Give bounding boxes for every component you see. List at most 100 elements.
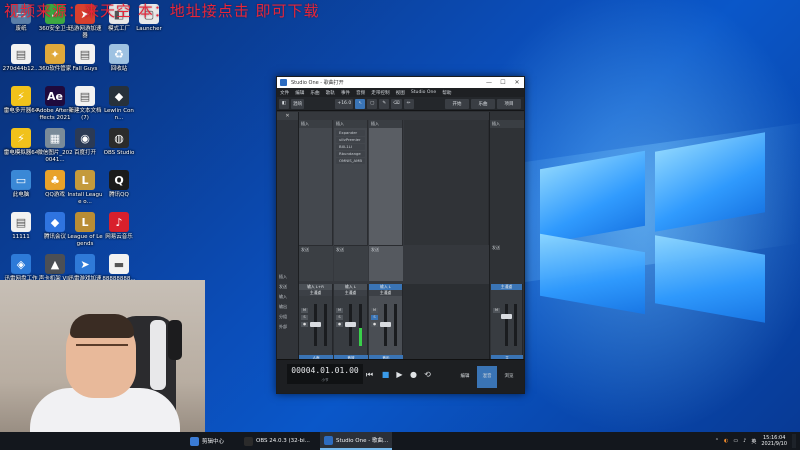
desktop-icon[interactable]: ♪ 网易云音乐 (100, 212, 138, 241)
volume-icon[interactable]: ♪ (743, 438, 746, 444)
plugin-slot[interactable]: Rbundange (336, 151, 365, 157)
desktop-icon[interactable]: ◍ OBS Studio (100, 128, 138, 157)
insert-column[interactable]: 插入 (369, 120, 403, 245)
channel-output[interactable]: 主通道 (334, 290, 367, 296)
main-volume-fader[interactable] (501, 314, 512, 319)
desktop-icon[interactable]: ▤ 新建文本文档(7) (66, 86, 104, 122)
edit-view-button[interactable]: 编辑 (455, 366, 475, 388)
desktop-icon[interactable]: ▭ 此电脑 (2, 170, 40, 199)
taskbar-item[interactable]: 剪辑中心 (186, 432, 228, 450)
menu-studio-one[interactable]: Studio One (411, 90, 436, 95)
time-display[interactable]: 00004.01.01.00 小节 (287, 364, 363, 384)
menu-view[interactable]: 视图 (396, 90, 405, 96)
volume-fader[interactable] (345, 322, 356, 327)
minimize-button[interactable]: — (482, 77, 496, 88)
tab-project[interactable]: 项目 (497, 98, 522, 109)
solo-button[interactable]: S (371, 315, 378, 320)
inspector-toggle-button[interactable]: ◧ (279, 98, 289, 109)
desktop-icon[interactable]: ▤ Fall Guys (66, 44, 104, 73)
desktop-icon[interactable]: L League of Legends (66, 212, 104, 248)
show-desktop-button[interactable] (792, 434, 796, 448)
close-button[interactable]: ✕ (510, 77, 524, 88)
channel-output[interactable]: 主通道 (299, 290, 332, 296)
volume-fader[interactable] (380, 322, 391, 327)
pencil-tool-icon[interactable]: ✎ (379, 98, 390, 109)
main-output-name[interactable]: 主通道 (491, 284, 522, 290)
menu-transport[interactable]: 走带控制 (371, 90, 389, 96)
main-channel-strip[interactable]: 主通道 M 主 (491, 284, 523, 361)
desktop-icon[interactable]: ♻ 回收站 (100, 44, 138, 73)
main-mute-button[interactable]: M (493, 308, 500, 313)
send-slot[interactable]: 发送 (369, 245, 403, 281)
network-icon[interactable]: ▭ (733, 438, 738, 444)
eraser-tool-icon[interactable]: ⌫ (391, 98, 402, 109)
solo-button[interactable]: S (336, 315, 343, 320)
inspector-label-send[interactable]: 发送 (279, 282, 297, 292)
plugin-slot[interactable]: uIlvPremier (336, 137, 365, 143)
menu-song[interactable]: 乐曲 (310, 90, 319, 96)
desktop-icon[interactable]: ▤ 270d44b12... (2, 44, 40, 73)
paint-tool-icon[interactable]: ✏ (403, 98, 414, 109)
main-send-label[interactable]: 发送 (492, 245, 500, 251)
play-icon[interactable]: ▶ (395, 370, 404, 379)
desktop-icon[interactable]: ⚡ 雷电模拟器64 (2, 128, 40, 157)
insert-column[interactable]: 插入 (299, 120, 333, 245)
inspector-close-icon[interactable]: ✕ (277, 112, 298, 120)
range-tool-icon[interactable]: ▢ (367, 98, 378, 109)
tab-song[interactable]: 乐曲 (471, 98, 496, 109)
menu-audio[interactable]: 音频 (356, 90, 365, 96)
desktop-icon[interactable]: ▤ 11111 (2, 212, 40, 241)
mute-button[interactable]: M (371, 308, 378, 313)
browse-view-button[interactable]: 浏览 (499, 366, 519, 388)
inspector-label-input[interactable]: 输入 (279, 292, 297, 302)
record-button[interactable]: ● (371, 322, 378, 327)
record-button[interactable]: ● (301, 322, 308, 327)
inspector-label-output[interactable]: 输出 (279, 302, 297, 312)
inspector-label-insert[interactable]: 插入 (279, 272, 297, 282)
inspector-label-group[interactable]: 分组 (279, 312, 297, 322)
desktop-icon[interactable]: Q 腾讯QQ (100, 170, 138, 199)
mute-button[interactable]: M (336, 308, 343, 313)
menu-edit[interactable]: 编辑 (295, 90, 304, 96)
channel-output[interactable]: 主通道 (369, 290, 402, 296)
taskbar-item[interactable]: Studio One - 歌曲... (320, 432, 393, 450)
send-slot[interactable]: 发送 (334, 245, 368, 281)
volume-fader[interactable] (310, 322, 321, 327)
arrow-tool-icon[interactable]: ↖ (355, 98, 366, 109)
studio-one-window[interactable]: Studio One - 歌曲打开 — ☐ ✕ 文件 编辑 乐曲 歌轨 事件 音… (276, 76, 525, 394)
taskbar-item[interactable]: OBS 24.0.3 (32-bi... (240, 432, 314, 450)
tray-expand-icon[interactable]: ⌃ (715, 438, 719, 444)
channel-strip[interactable]: 输入 L+R 主通道 M S ● 人声 (299, 284, 333, 361)
desktop-icon[interactable]: ⚡ 雷电多开器64 (2, 86, 40, 115)
desktop-icon[interactable]: ◉ 百度打开 (66, 128, 104, 157)
menu-file[interactable]: 文件 (280, 90, 289, 96)
mute-button[interactable]: M (301, 308, 308, 313)
stop-icon[interactable]: ■ (381, 370, 390, 379)
plugin-slot[interactable]: OMNIS_AMB (336, 158, 365, 164)
snap-value[interactable]: +16.0 (335, 98, 354, 109)
channel-strip[interactable]: 输入 L 主通道 M S ● 音效 (334, 284, 368, 361)
rewind-icon[interactable]: ⏮ (365, 370, 374, 379)
channel-strip[interactable]: 输入 L 主通道 M S ● 音乐 (369, 284, 403, 361)
tray-app-icon[interactable]: ◐ (724, 438, 728, 444)
plugin-slot[interactable]: Expander (336, 130, 365, 136)
menu-help[interactable]: 帮助 (442, 90, 451, 96)
desktop-icon[interactable]: L Install League o... (66, 170, 104, 206)
insert-column[interactable]: 插入 Expander uIlvPremier BXL1LI Rbundange… (334, 120, 368, 245)
record-button[interactable]: ● (336, 322, 343, 327)
window-titlebar[interactable]: Studio One - 歌曲打开 — ☐ ✕ (277, 77, 524, 88)
inspector-label-external[interactable]: 外部 (279, 322, 297, 332)
plugin-slot[interactable]: BXL1LI (336, 144, 365, 150)
tab-start[interactable]: 开始 (445, 98, 470, 109)
reverb-label[interactable]: 混响 (291, 98, 304, 109)
main-insert-header[interactable]: 插入 (490, 120, 524, 128)
record-icon[interactable]: ● (409, 370, 418, 379)
desktop-icon[interactable]: ▬ 88888888... (100, 254, 138, 283)
send-slot[interactable]: 发送 (299, 245, 333, 281)
menu-track[interactable]: 歌轨 (326, 90, 335, 96)
clock[interactable]: 15:16:04 2021/9/10 (761, 435, 787, 447)
input-method-icon[interactable]: 英 (751, 438, 756, 445)
mix-view-button[interactable]: 混音 (477, 366, 497, 388)
maximize-button[interactable]: ☐ (496, 77, 510, 88)
solo-button[interactable]: S (301, 315, 308, 320)
